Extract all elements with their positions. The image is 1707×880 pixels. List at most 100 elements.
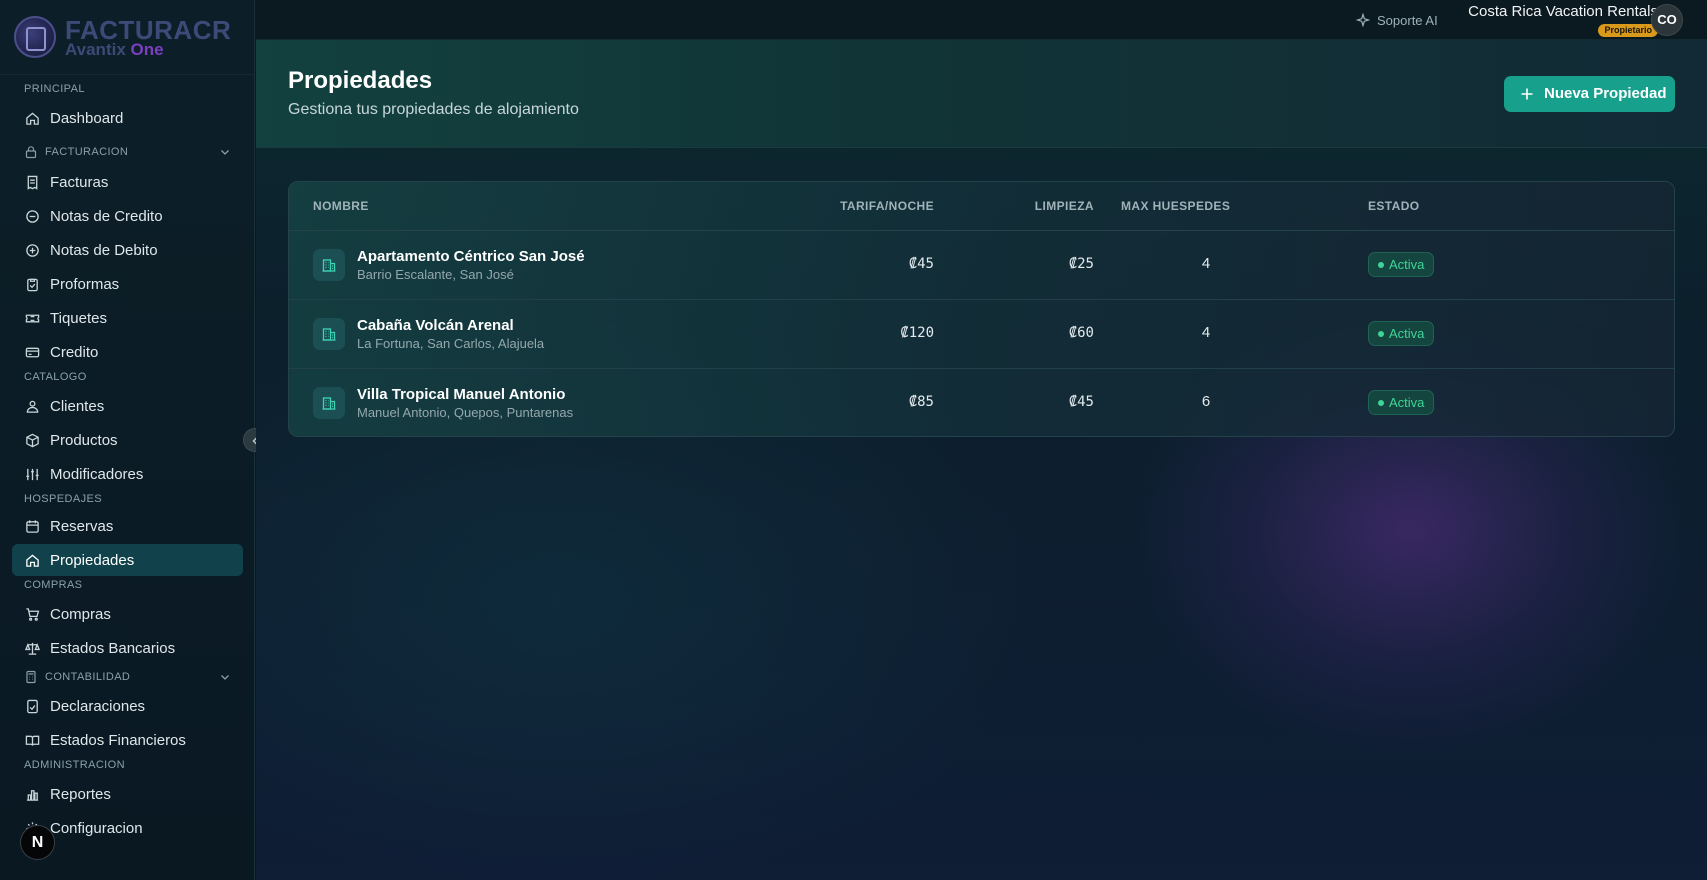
company-name: Costa Rica Vacation Rentals [1468, 3, 1658, 20]
company-switcher[interactable]: Costa Rica Vacation Rentals Propietario [1458, 3, 1658, 38]
chevron-down-icon [221, 150, 229, 155]
sidebar-item-tiquetes[interactable]: Tiquetes [12, 302, 243, 334]
shopping-cart-icon [26, 608, 40, 621]
home-icon [26, 554, 39, 567]
cleaning-fee: ₡60 [1068, 325, 1094, 341]
max-guests: 4 [1201, 324, 1211, 341]
sidebar-item-label: Productos [50, 432, 118, 449]
property-location: Barrio Escalante, San José [357, 267, 514, 282]
rate-per-night: ₡45 [908, 256, 934, 272]
column-header-max-huespedes: MAX HUESPEDES [1121, 199, 1231, 213]
sidebar-item-label: Estados Bancarios [50, 640, 176, 657]
rate-per-night: ₡85 [908, 394, 934, 410]
sidebar-item-label: Notas de Credito [50, 208, 163, 225]
brand-sub-accent: One [130, 40, 164, 59]
column-header-limpieza: LIMPIEZA [1034, 199, 1094, 213]
status-badge: Activa [1368, 390, 1435, 415]
brand-logo-block[interactable]: FACTURACR Avantix One [14, 14, 244, 60]
cleaning-fee: ₡45 [1068, 394, 1094, 410]
sidebar-item-label: Reportes [50, 786, 111, 803]
section-label-facturacion: FACTURACION [45, 146, 129, 158]
sidebar-item-estados-financieros[interactable]: Estados Financieros [12, 724, 243, 756]
sidebar-item-productos[interactable]: Productos [12, 424, 243, 456]
table-row[interactable]: Apartamento Céntrico San José Barrio Esc… [289, 231, 1674, 300]
receipt-icon [27, 175, 38, 190]
brand-logo-icon [14, 16, 56, 58]
column-header-tarifa: TARIFA/NOCHE [840, 199, 934, 213]
support-ai-label: Soporte AI [1377, 13, 1438, 28]
property-name: Cabaña Volcán Arenal [357, 317, 514, 334]
property-name: Apartamento Céntrico San José [357, 248, 585, 265]
ticket-icon [25, 314, 40, 323]
section-label-compras: COMPRAS [24, 579, 83, 591]
bar-chart-icon [26, 790, 39, 801]
section-label-administracion: ADMINISTRACION [24, 759, 125, 771]
building-icon [313, 249, 345, 281]
sidebar-item-label: Propiedades [50, 552, 135, 569]
sidebar-item-compras[interactable]: Compras [12, 598, 243, 630]
building-icon [313, 318, 345, 350]
section-group-contabilidad[interactable]: CONTABILIDAD [24, 670, 232, 686]
sidebar-item-notas-credito[interactable]: Notas de Credito [12, 200, 243, 232]
cleaning-fee: ₡25 [1068, 256, 1094, 272]
sidebar-item-label: Proformas [50, 276, 120, 293]
plus-circle-icon [26, 244, 39, 257]
section-label-contabilidad: CONTABILIDAD [45, 671, 131, 683]
building-icon [313, 387, 345, 419]
sidebar-item-label: Reservas [50, 518, 114, 535]
sidebar-item-label: Declaraciones [50, 698, 146, 715]
package-icon [26, 433, 39, 448]
sidebar-item-proformas[interactable]: Proformas [12, 268, 243, 300]
sidebar-item-label: Tiquetes [50, 310, 107, 327]
sidebar-item-dashboard[interactable]: Dashboard [12, 102, 243, 134]
lock-icon [25, 146, 37, 159]
new-property-button[interactable]: Nueva Propiedad [1504, 76, 1675, 112]
calculator-icon [26, 670, 36, 684]
brand-subtitle: Avantix One [65, 40, 164, 60]
rate-per-night: ₡120 [900, 325, 934, 341]
sidebar-item-reportes[interactable]: Reportes [12, 778, 243, 810]
credit-card-icon [25, 347, 40, 358]
sidebar-item-label: Compras [50, 606, 111, 623]
sliders-icon [26, 468, 39, 481]
max-guests: 6 [1201, 393, 1211, 410]
sidebar-item-propiedades[interactable]: Propiedades [12, 544, 243, 576]
section-label-hospedajes: HOSPEDAJES [24, 493, 102, 505]
status-badge: Activa [1368, 252, 1435, 277]
properties-table: NOMBRE TARIFA/NOCHE LIMPIEZA MAX HUESPED… [288, 181, 1675, 437]
sidebar-item-facturas[interactable]: Facturas [12, 166, 243, 198]
table-row[interactable]: Cabaña Volcán Arenal La Fortuna, San Car… [289, 300, 1674, 369]
file-check-icon [27, 699, 38, 714]
sidebar-item-estados-bancarios[interactable]: Estados Bancarios [12, 632, 243, 664]
home-icon [26, 112, 39, 125]
nextjs-dev-badge[interactable]: N [20, 825, 55, 860]
role-badge: Propietario [1598, 24, 1658, 37]
main-content: Propiedades Gestiona tus propiedades de … [256, 40, 1707, 880]
column-header-estado: ESTADO [1368, 199, 1420, 213]
sidebar-item-reservas[interactable]: Reservas [12, 510, 243, 542]
section-label-catalogo: CATALOGO [24, 371, 87, 383]
new-property-label: Nueva Propiedad [1544, 85, 1667, 102]
calendar-icon [26, 520, 39, 533]
property-name: Villa Tropical Manuel Antonio [357, 386, 566, 403]
brand-divider [0, 74, 254, 75]
sidebar-item-label: Modificadores [50, 466, 144, 483]
section-label-principal: PRINCIPAL [24, 83, 85, 95]
sparkle-icon [1356, 13, 1370, 27]
sidebar-item-declaraciones[interactable]: Declaraciones [12, 690, 243, 722]
sidebar-item-notas-debito[interactable]: Notas de Debito [12, 234, 243, 266]
sidebar-item-label: Credito [50, 344, 99, 361]
sidebar-item-modificadores[interactable]: Modificadores [12, 458, 243, 490]
table-row[interactable]: Villa Tropical Manuel Antonio Manuel Ant… [289, 369, 1674, 436]
avatar[interactable]: CO [1651, 4, 1683, 36]
book-open-icon [25, 735, 40, 746]
plus-icon [1521, 88, 1533, 100]
sidebar-item-clientes[interactable]: Clientes [12, 390, 243, 422]
column-header-nombre: NOMBRE [313, 199, 369, 213]
section-group-facturacion[interactable]: FACTURACION [24, 145, 232, 161]
sidebar-item-label: Configuracion [50, 820, 143, 837]
sidebar-item-credito[interactable]: Credito [12, 336, 243, 368]
chevron-down-icon [221, 675, 229, 680]
sidebar-item-label: Facturas [50, 174, 109, 191]
scale-icon [25, 642, 40, 655]
